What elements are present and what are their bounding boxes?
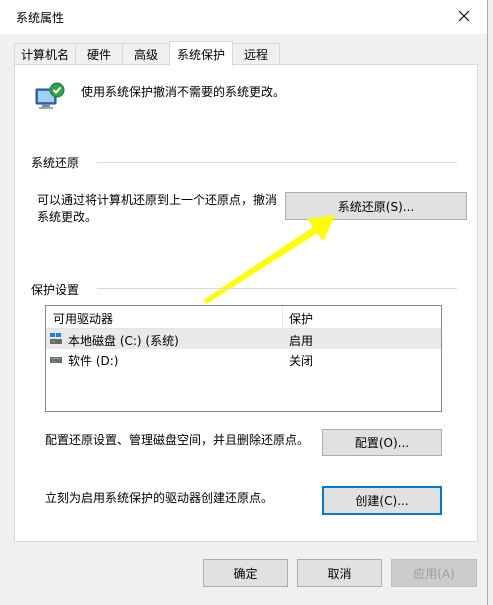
protection-status: 关闭 — [289, 354, 314, 368]
ok-button[interactable]: 确定 — [203, 559, 288, 587]
window-title: 系统属性 — [16, 11, 65, 25]
configure-description: 配置还原设置、管理磁盘空间，并且删除还原点。 — [45, 433, 310, 447]
drive-row-c[interactable]: 本地磁盘 (C:) (系统) 启用 — [46, 329, 441, 349]
create-description: 立刻为启用系统保护的驱动器创建还原点。 — [45, 491, 274, 505]
cancel-button[interactable]: 取消 — [297, 559, 382, 587]
restore-group-divider — [97, 162, 457, 163]
create-button[interactable]: 创建(C)... — [322, 486, 442, 515]
tab-remote[interactable]: 远程 — [232, 43, 280, 64]
close-icon — [458, 10, 470, 22]
listview-header: 可用驱动器 保护 — [46, 306, 441, 329]
tab-computer-name[interactable]: 计算机名 — [14, 43, 76, 64]
tab-advanced[interactable]: 高级 — [122, 43, 170, 64]
tab-hardware[interactable]: 硬件 — [75, 43, 123, 64]
column-separator[interactable] — [282, 306, 283, 328]
title-bar: 系统属性 — [0, 0, 487, 34]
column-header-protection[interactable]: 保护 — [289, 310, 313, 327]
drive-icon — [50, 357, 62, 363]
protection-group-title: 保护设置 — [31, 283, 80, 297]
configure-button[interactable]: 配置(O)... — [322, 429, 442, 456]
drive-row-d[interactable]: 软件 (D:) 关闭 — [46, 349, 441, 369]
drives-listview[interactable]: 可用驱动器 保护 本地磁盘 (C:) (系统) 启用 软件 (D:) 关闭 — [45, 305, 442, 412]
system-drive-icon — [50, 333, 62, 344]
column-header-drive[interactable]: 可用驱动器 — [53, 310, 113, 327]
close-button[interactable] — [441, 0, 487, 32]
apply-button[interactable]: 应用(A) — [391, 559, 477, 587]
system-protection-icon — [35, 82, 65, 109]
restore-group-title: 系统还原 — [31, 156, 80, 170]
drive-name: 软件 (D:) — [68, 354, 119, 368]
drive-name: 本地磁盘 (C:) (系统) — [68, 334, 179, 348]
annotation-arrow-icon — [203, 215, 335, 304]
tab-system-protection[interactable]: 系统保护 — [169, 41, 233, 66]
system-properties-window: 系统属性 计算机名 硬件 高级 系统保护 远程 使用系统保护撤消不需要的系统更改… — [0, 0, 488, 605]
protection-group-divider — [97, 288, 457, 289]
dialog-button-bar: 确定 取消 应用(A) — [0, 545, 487, 605]
protection-status: 启用 — [289, 334, 314, 348]
header-description: 使用系统保护撤消不需要的系统更改。 — [81, 85, 286, 99]
restore-description-line2: 系统更改。 — [37, 210, 98, 224]
system-protection-panel: 使用系统保护撤消不需要的系统更改。 系统还原 可以通过将计算机还原到上一个还原点… — [14, 64, 478, 542]
